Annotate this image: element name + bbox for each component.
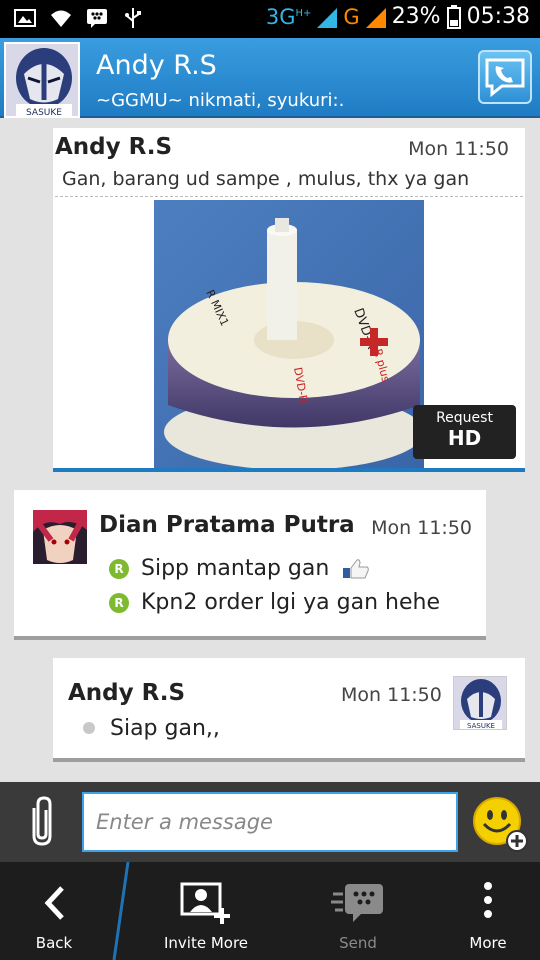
smiley-icon[interactable] bbox=[472, 796, 528, 852]
overflow-menu-icon bbox=[484, 882, 492, 918]
clock: 05:38 bbox=[466, 4, 530, 29]
send-button[interactable]: Send bbox=[304, 862, 412, 960]
invite-contact-icon bbox=[180, 882, 230, 924]
network-type-2: G bbox=[343, 4, 360, 29]
wifi-icon bbox=[51, 10, 71, 27]
message-time: Mon 11:50 bbox=[408, 138, 509, 160]
message-bubble[interactable]: Andy R.S Mon 11:50 Gan, barang ud sampe … bbox=[53, 128, 525, 472]
message-text: Siap gan,, bbox=[110, 716, 220, 741]
message-time: Mon 11:50 bbox=[371, 517, 472, 539]
status-bar: 3GH+ G 23% 05:38 bbox=[0, 0, 540, 38]
action-bar: Back Invite More Send More bbox=[0, 862, 540, 960]
anime-avatar-image bbox=[33, 510, 87, 564]
more-button[interactable]: More bbox=[436, 862, 540, 960]
battery-icon bbox=[446, 4, 461, 29]
sender-avatar[interactable]: SASUKE bbox=[453, 676, 507, 730]
message-status-dot bbox=[83, 722, 95, 734]
sender-avatar[interactable] bbox=[33, 510, 87, 564]
sasuke-avatar-image: SASUKE bbox=[6, 44, 78, 118]
thumbs-up-emoticon-icon bbox=[343, 558, 370, 578]
message-text: Sipp mantap gan bbox=[141, 556, 330, 581]
message-line: R Sipp mantap gan bbox=[109, 556, 371, 581]
voice-call-button[interactable] bbox=[478, 50, 532, 104]
request-hd-button[interactable]: Request HD bbox=[413, 405, 516, 459]
paperclip-icon[interactable] bbox=[22, 796, 62, 850]
signal-icon-2 bbox=[365, 7, 386, 28]
contact-status: ~GGMU~ nikmati, syukuri:. bbox=[96, 90, 345, 111]
usb-icon bbox=[125, 8, 141, 28]
back-arrow-icon bbox=[44, 886, 64, 920]
message-line: R Kpn2 order lgi ya gan hehe bbox=[109, 590, 440, 615]
message-sender: Dian Pratama Putra bbox=[99, 512, 355, 538]
photo-attachment[interactable]: DVD-R R plus R MIX1 DVD-R bbox=[154, 200, 424, 468]
dvd-spindle-photo: DVD-R R plus R MIX1 DVD-R bbox=[154, 200, 424, 468]
bbm-send-icon bbox=[331, 884, 383, 922]
back-button[interactable]: Back bbox=[0, 862, 108, 960]
signal-icon bbox=[317, 7, 338, 28]
chat-header[interactable]: SASUKE Andy R.S ~GGMU~ nikmati, syukuri:… bbox=[0, 38, 540, 118]
read-badge-icon: R bbox=[109, 592, 129, 613]
message-sender: Andy R.S bbox=[55, 134, 173, 160]
message-text: Gan, barang ud sampe , mulus, thx ya gan bbox=[62, 168, 470, 190]
sasuke-avatar-image: SASUKE bbox=[454, 677, 506, 730]
network-type: 3GH+ bbox=[265, 4, 312, 29]
svg-text:SASUKE: SASUKE bbox=[26, 108, 62, 118]
battery-percent: 23% bbox=[391, 4, 441, 29]
message-text: Kpn2 order lgi ya gan hehe bbox=[141, 590, 440, 615]
contact-avatar[interactable]: SASUKE bbox=[4, 42, 80, 118]
message-sender: Andy R.S bbox=[68, 680, 186, 706]
gallery-notification-icon bbox=[14, 9, 36, 27]
message-bubble[interactable]: Andy R.S Mon 11:50 SASUKE Siap gan,, bbox=[53, 658, 525, 762]
contact-name: Andy R.S bbox=[96, 50, 217, 81]
message-bubble[interactable]: Dian Pratama Putra Mon 11:50 R Sipp mant… bbox=[14, 490, 486, 640]
message-divider bbox=[55, 196, 523, 197]
read-badge-icon: R bbox=[109, 558, 129, 579]
chat-history[interactable]: Andy R.S Mon 11:50 Gan, barang ud sampe … bbox=[0, 120, 540, 782]
message-input[interactable] bbox=[82, 792, 458, 852]
message-composer bbox=[0, 782, 540, 862]
bbm-notification-icon bbox=[87, 9, 107, 28]
action-bar-divider bbox=[112, 862, 130, 960]
invite-more-button[interactable]: Invite More bbox=[150, 862, 262, 960]
phone-bubble-icon bbox=[485, 58, 525, 98]
message-time: Mon 11:50 bbox=[341, 684, 442, 706]
svg-text:SASUKE: SASUKE bbox=[467, 722, 495, 730]
